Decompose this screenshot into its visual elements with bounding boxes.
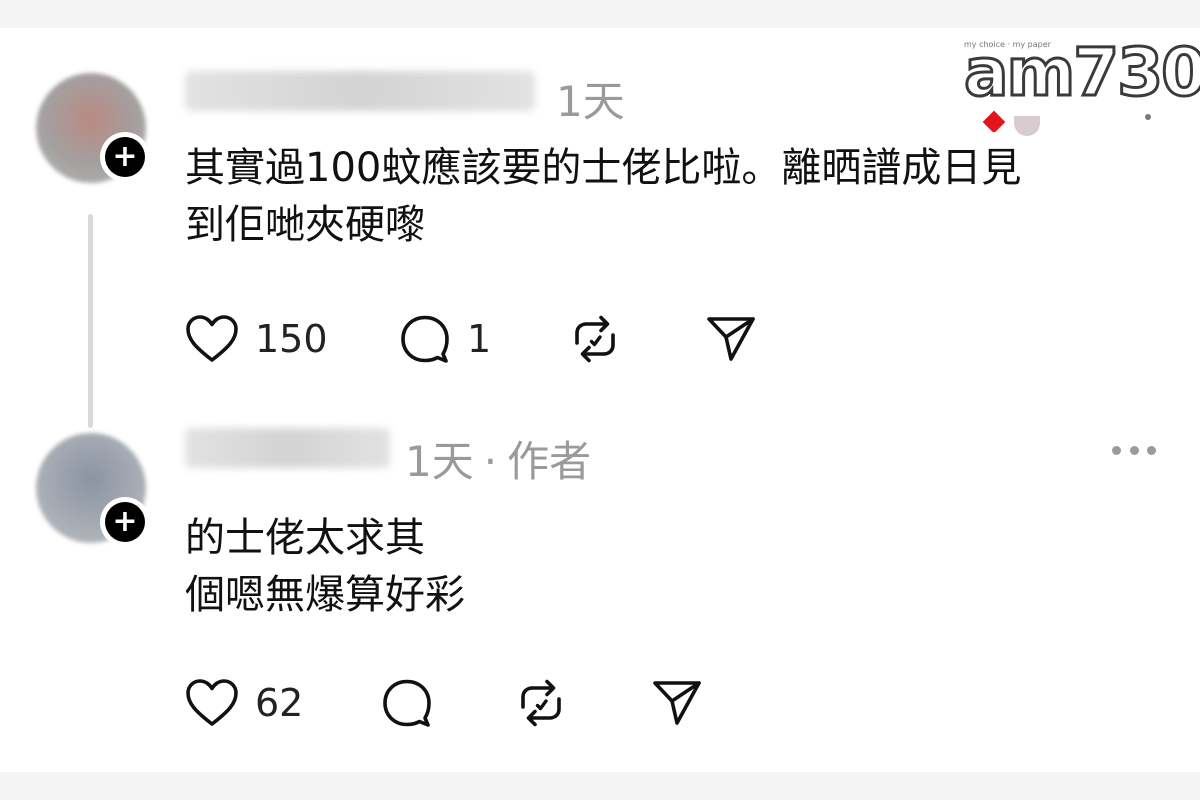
post-meta: 1天 · 作者 <box>405 428 591 489</box>
share-button[interactable] <box>651 675 703 731</box>
follow-plus-icon: + <box>105 502 145 542</box>
like-count: 62 <box>255 681 304 725</box>
heart-icon <box>186 679 238 726</box>
repost-icon <box>575 315 615 363</box>
like-button[interactable]: 150 <box>185 311 328 367</box>
comment-icon <box>401 315 449 363</box>
reply-count: 1 <box>467 317 492 361</box>
post-content: 的士佬太求其 個嗯無爆算好彩 <box>185 515 465 618</box>
send-icon <box>707 317 755 361</box>
reply-post: + 1天 · 作者 的士佬太求其 個嗯無爆算好彩 62 <box>0 428 1200 772</box>
author-tag: 作者 <box>507 437 592 486</box>
follow-button[interactable]: + <box>100 497 150 547</box>
send-icon <box>653 681 701 725</box>
comment-icon <box>383 679 431 727</box>
like-button[interactable]: 62 <box>185 675 303 731</box>
more-icon <box>1112 445 1121 455</box>
share-button[interactable] <box>705 311 757 367</box>
post-time: 1天 <box>405 437 474 486</box>
username-blurred[interactable] <box>185 428 390 468</box>
post-meta: 1天 <box>556 68 625 129</box>
repost-button[interactable] <box>569 311 621 367</box>
logo-heart-icon <box>1014 116 1040 136</box>
logo-dot-icon <box>1145 114 1151 120</box>
repost-icon <box>521 679 561 727</box>
comment-button[interactable]: 1 <box>399 311 491 367</box>
post-content: 其實過100蚊應該要的士佬比啦。離晒譜成日見 到佢哋夾硬嚟 <box>185 145 1022 248</box>
like-count: 150 <box>255 317 328 361</box>
follow-button[interactable]: + <box>100 132 150 182</box>
repost-button[interactable] <box>515 675 567 731</box>
thread-line <box>88 214 93 428</box>
more-icon <box>1147 445 1156 455</box>
watermark-tagline: my choice · my paper <box>964 40 1051 49</box>
logo-heart-icon <box>982 110 1006 134</box>
comment-button[interactable] <box>381 675 433 731</box>
post-time: 1天 <box>556 77 625 126</box>
threads-reply-list: + 1天 其實過100蚊應該要的士佬比啦。離晒譜成日見 到佢哋夾硬嚟 150 1 <box>0 28 1200 772</box>
username-blurred[interactable] <box>185 71 535 111</box>
more-icon <box>1129 445 1139 455</box>
follow-plus-icon: + <box>105 137 145 177</box>
am730-watermark: am730 my choice · my paper <box>900 28 1200 136</box>
meta-separator: · <box>483 437 498 486</box>
more-options-button[interactable] <box>1112 444 1156 456</box>
heart-icon <box>186 315 238 362</box>
